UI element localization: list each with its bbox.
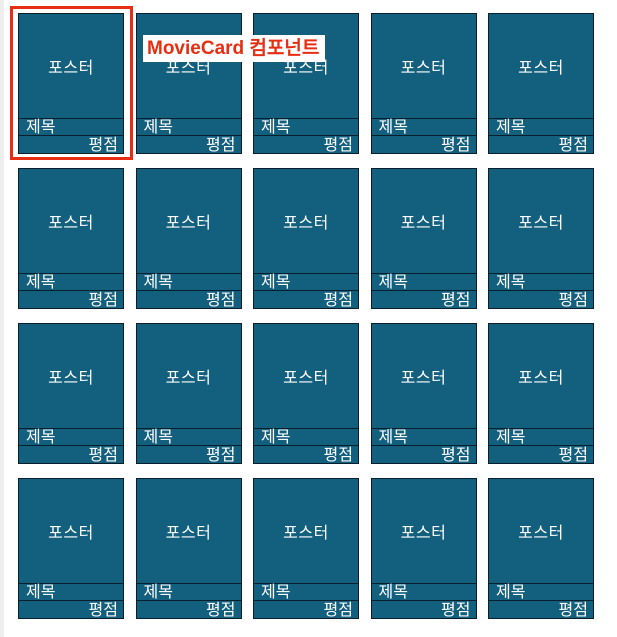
movie-card-poster: 포스터 [518, 523, 564, 542]
movie-card-title: 제목 [489, 273, 593, 291]
movie-card-poster: 포스터 [400, 368, 447, 387]
movie-card-title: 제목 [136, 118, 241, 136]
movie-card-poster: 포스터 [518, 58, 564, 77]
movie-card-rating: 평점 [206, 135, 236, 154]
movie-card-title: 제목 [254, 428, 358, 446]
movie-card-poster: 포스터 [48, 523, 94, 542]
movie-card-grid: 포스터 제목 평점 포스터 제목 평점 포스터 제목 평점 포스터 제목 평점 포스터 제목 평점 포스터 제목… [18, 13, 594, 619]
movie-card-poster: 포스터 [283, 58, 329, 77]
movie-card-title: 제목 [19, 273, 123, 291]
left-divider [0, 0, 4, 637]
movie-card-rating: 평점 [558, 600, 588, 619]
movie-card-title: 제목 [254, 583, 358, 601]
movie-card[interactable]: 포스터제목 평점 [488, 478, 594, 619]
movie-card-title: 제목 [489, 583, 593, 601]
movie-card[interactable]: 포스터제목 평점 [135, 323, 242, 464]
movie-card[interactable]: 포스터제목 평점 [135, 478, 242, 619]
movie-card-poster: 포스터 [400, 523, 447, 542]
movie-card-title: 제목 [254, 273, 358, 291]
movie-card-title: 제목 [371, 428, 476, 446]
movie-card[interactable]: 포스터제목 평점 [488, 168, 594, 309]
movie-card-title: 제목 [136, 428, 241, 446]
movie-card-poster: 포스터 [283, 213, 329, 232]
movie-card-title: 제목 [371, 583, 476, 601]
movie-card-title: 제목 [19, 583, 123, 601]
movie-card-poster: 포스터 [48, 213, 94, 232]
movie-card[interactable]: 포스터제목 평점 [18, 168, 124, 309]
movie-card-rating: 평점 [441, 445, 471, 464]
movie-card-poster: 포스터 [165, 368, 212, 387]
movie-card-rating: 평점 [441, 135, 471, 154]
movie-card-title: 제목 [254, 118, 358, 136]
movie-card-rating: 평점 [558, 445, 588, 464]
movie-card-title: 제목 [19, 428, 123, 446]
movie-card-title: 제목 [136, 273, 241, 291]
movie-card-rating: 평점 [441, 290, 471, 309]
movie-card-title: 제목 [19, 118, 123, 136]
movie-card-rating: 평점 [558, 135, 588, 154]
movie-card[interactable]: 포스터제목 평점 [253, 168, 359, 309]
movie-card-title: 제목 [371, 118, 476, 136]
movie-card[interactable]: 포스터제목 평점 [370, 323, 477, 464]
movie-card[interactable]: 포스터제목 평점 [18, 323, 124, 464]
movie-card[interactable]: 포스터제목 평점 [253, 323, 359, 464]
movie-card-title: 제목 [371, 273, 476, 291]
movie-grid-diagram: 포스터 제목 평점 포스터 제목 평점 포스터 제목 평점 포스터 제목 평점 포스터 제목 평점 포스터 제목… [0, 0, 617, 637]
movie-card-poster: 포스터 [165, 213, 212, 232]
movie-card-poster: 포스터 [48, 368, 94, 387]
movie-card[interactable]: 포스터제목 평점 [253, 478, 359, 619]
movie-card[interactable]: 포스터제목 평점 [370, 168, 477, 309]
movie-card-poster: 포스터 [400, 58, 447, 77]
movie-card-rating: 평점 [88, 135, 118, 154]
movie-card[interactable]: 포스터제목 평점 [370, 13, 477, 154]
movie-card-rating: 평점 [558, 290, 588, 309]
movie-card[interactable]: 포스터제목 평점 [135, 168, 242, 309]
movie-card[interactable]: 포스터제목 평점 [370, 478, 477, 619]
movie-card-rating: 평점 [206, 600, 236, 619]
component-callout-label: MovieCard 컴포넌트 [143, 35, 326, 62]
movie-card-poster: 포스터 [165, 523, 212, 542]
movie-card-rating: 평점 [323, 290, 353, 309]
movie-card-poster: 포스터 [400, 213, 447, 232]
movie-card-rating: 평점 [206, 445, 236, 464]
movie-card-rating: 평점 [206, 290, 236, 309]
movie-card-rating: 평점 [323, 135, 353, 154]
movie-card-title: 제목 [489, 118, 593, 136]
movie-card[interactable]: 포스터제목 평점 [18, 13, 124, 154]
movie-card-rating: 평점 [441, 600, 471, 619]
movie-card-rating: 평점 [88, 290, 118, 309]
movie-card[interactable]: 포스터제목 평점 [488, 13, 594, 154]
movie-card-poster: 포스터 [283, 523, 329, 542]
movie-card-poster: 포스터 [518, 368, 564, 387]
movie-card-rating: 평점 [323, 445, 353, 464]
movie-card-poster: 포스터 [283, 368, 329, 387]
movie-card-title: 제목 [489, 428, 593, 446]
movie-card[interactable]: 포스터제목 평점 [488, 323, 594, 464]
movie-card-poster: 포스터 [518, 213, 564, 232]
movie-card-poster: 포스터 [165, 58, 212, 77]
movie-card-rating: 평점 [323, 600, 353, 619]
movie-card-rating: 평점 [88, 445, 118, 464]
movie-card-title: 제목 [136, 583, 241, 601]
movie-card[interactable]: 포스터제목 평점 [18, 478, 124, 619]
movie-card-rating: 평점 [88, 600, 118, 619]
movie-card-poster: 포스터 [48, 58, 94, 77]
